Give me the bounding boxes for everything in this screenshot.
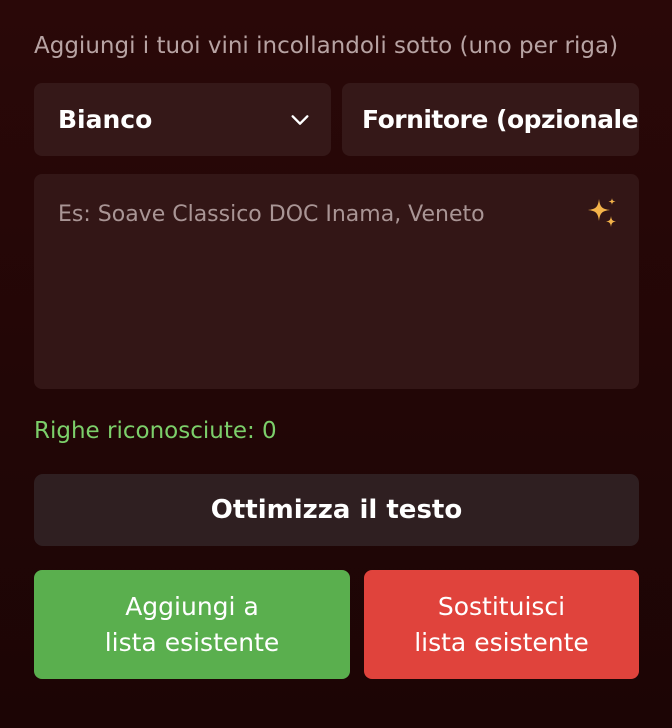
- sparkles-icon[interactable]: [585, 196, 619, 230]
- add-to-list-button-line1: Aggiungi a: [125, 591, 259, 621]
- recognized-rows-count: Righe riconosciute: 0: [34, 418, 277, 444]
- add-to-list-button-line2: lista esistente: [104, 627, 280, 657]
- wine-list-textarea[interactable]: Es: Soave Classico DOC Inama, Veneto: [34, 174, 639, 389]
- chevron-down-icon: [291, 115, 309, 125]
- replace-list-button-line1: Sostituisci: [437, 591, 566, 621]
- instructions-text: Aggiungi i tuoi vini incollandoli sotto …: [34, 33, 619, 59]
- add-to-list-button[interactable]: Aggiungi a lista esistente: [34, 570, 350, 679]
- supplier-input[interactable]: Fornitore (opzionale): [342, 83, 639, 156]
- category-select[interactable]: Bianco: [34, 83, 331, 156]
- optimize-text-button[interactable]: Ottimizza il testo: [34, 474, 639, 546]
- wine-list-placeholder: Es: Soave Classico DOC Inama, Veneto: [58, 202, 485, 227]
- replace-list-button[interactable]: Sostituisci lista esistente: [364, 570, 639, 679]
- category-select-value: Bianco: [58, 105, 153, 134]
- optimize-text-button-label: Ottimizza il testo: [210, 495, 463, 525]
- supplier-input-placeholder: Fornitore (opzionale): [362, 105, 639, 134]
- replace-list-button-line2: lista esistente: [414, 627, 589, 657]
